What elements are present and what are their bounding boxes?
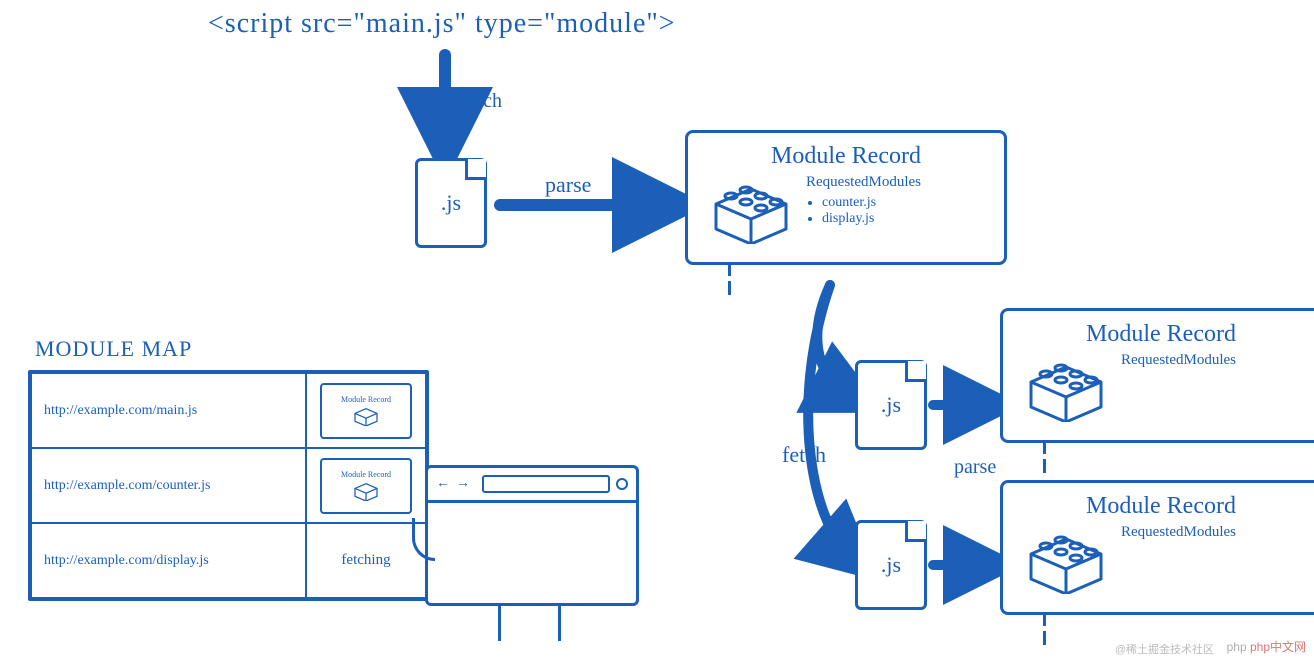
arrow-parse-3: [928, 550, 1003, 580]
module-record-main: Module Record RequestedModules counter.j…: [685, 130, 1007, 265]
js-file-main: .js: [415, 158, 487, 248]
module-map-url: http://example.com/counter.js: [31, 448, 306, 523]
module-map-state-record: Module Record: [306, 373, 426, 448]
browser-window-icon: ← →: [425, 465, 639, 606]
js-extension: .js: [441, 190, 461, 216]
module-map-title: MODULE MAP: [35, 336, 192, 362]
requested-modules-label: RequestedModules: [806, 174, 921, 191]
fetch-label-1: fetch: [462, 90, 502, 113]
fetch-label-2: fetch: [782, 442, 826, 468]
requested-modules-list: counter.js display.js: [806, 195, 921, 227]
module-map-url: http://example.com/display.js: [31, 523, 306, 598]
module-record-display: Module Record RequestedModules: [1000, 480, 1314, 615]
mini-record-label: Module Record: [341, 470, 391, 479]
js-extension: .js: [881, 552, 901, 578]
module-map-table: http://example.com/main.js Module Record…: [28, 370, 429, 601]
dep-item: display.js: [822, 211, 921, 227]
back-icon: ←: [436, 476, 450, 492]
watermark-text: php php中文网: [1227, 638, 1306, 655]
mini-module-record-icon: Module Record: [320, 383, 412, 439]
requested-modules-label: RequestedModules: [1121, 524, 1236, 541]
lego-brick-icon: [706, 174, 796, 244]
module-record-title: Module Record: [1021, 321, 1301, 348]
parse-label-1: parse: [545, 172, 591, 198]
attribution-text: @稀土掘金技术社区: [1115, 641, 1214, 657]
mini-record-label: Module Record: [341, 395, 391, 404]
arrow-parse-2: [928, 390, 1003, 420]
module-map-url: http://example.com/main.js: [31, 373, 306, 448]
module-map-state-record: Module Record: [306, 448, 426, 523]
js-file-display: .js: [855, 520, 927, 610]
module-record-counter: Module Record RequestedModules: [1000, 308, 1314, 443]
mini-module-record-icon: Module Record: [320, 458, 412, 514]
js-file-counter: .js: [855, 360, 927, 450]
parse-label-2: parse: [954, 456, 996, 479]
dep-item: counter.js: [822, 195, 921, 211]
module-map-state-fetching: fetching: [306, 523, 426, 598]
forward-icon: →: [456, 476, 470, 492]
script-tag-code: <script src="main.js" type="module">: [208, 8, 676, 40]
requested-modules-label: RequestedModules: [1121, 352, 1236, 369]
lego-brick-icon: [1021, 352, 1111, 422]
js-extension: .js: [881, 392, 901, 418]
lego-brick-icon: [1021, 524, 1111, 594]
window-control-icon: [616, 478, 628, 490]
module-record-title: Module Record: [1021, 493, 1301, 520]
address-bar: [482, 475, 610, 493]
module-record-title: Module Record: [706, 143, 986, 170]
